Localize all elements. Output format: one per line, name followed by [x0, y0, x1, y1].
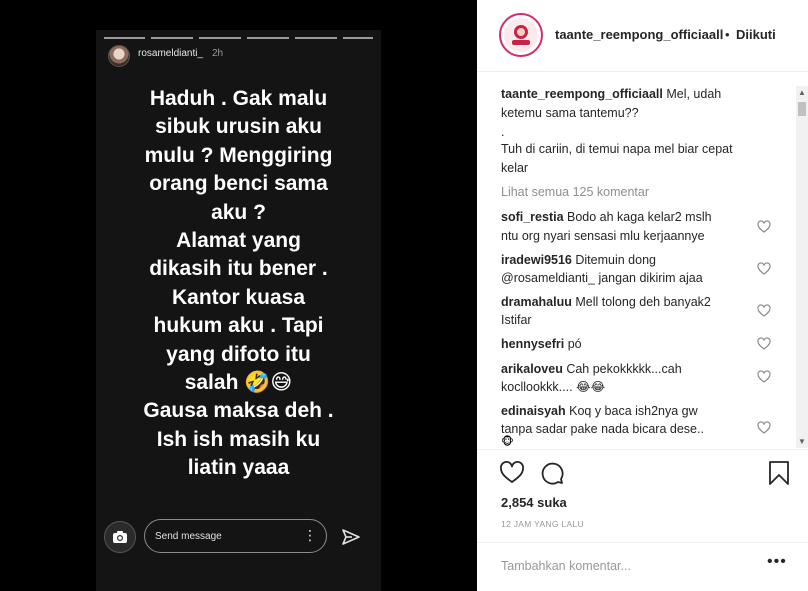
caption-line: kelar [501, 161, 529, 175]
story-progress-bar [104, 37, 145, 39]
story-line: mulu ? Menggiring [144, 143, 333, 167]
comment-text: Bodo ah kaga kelar2 mslh [567, 210, 712, 224]
story-line: hukum aku . Tapi [153, 314, 324, 338]
comment-text: Mell tolong deh banyak2 [575, 295, 711, 309]
comment-item: iradewi9516 Ditemuin dong [501, 253, 656, 267]
story-progress-bar [151, 37, 193, 39]
story-line: Haduh . Gak malu [149, 87, 328, 110]
post-media: rosameldianti_ 2h Haduh . Gak malu sibuk… [0, 0, 477, 591]
comment-username-link[interactable]: sofi_restia [501, 210, 564, 224]
story-reply-bar: Send message ⋮ [96, 518, 381, 554]
post-header: taante_reempong_officiaall • Diikuti [477, 0, 808, 72]
comment-item: arikaloveu Cah pekokkkkk...cah [501, 362, 682, 376]
comment-like-heart-icon[interactable] [757, 370, 771, 384]
story-line: sibuk urusin aku [155, 115, 322, 139]
story-camera-button [104, 521, 136, 553]
comment-like-heart-icon[interactable] [757, 337, 771, 351]
send-message-placeholder: Send message [155, 531, 222, 542]
comment-username-link[interactable]: iradewi9516 [501, 253, 572, 267]
story-progress-bar [343, 37, 373, 39]
logo-icon [504, 18, 538, 52]
story-line: salah 🤣😅 [184, 371, 293, 395]
comment-text: ntu org nyari sensasi mlu kerjaannye [501, 229, 705, 243]
story-progress-bar [295, 37, 337, 39]
comment-username-link[interactable]: hennysefri [501, 337, 564, 351]
story-avatar [108, 45, 130, 67]
comments-scrollbar[interactable]: ▲ ▼ [796, 86, 808, 448]
scroll-thumb[interactable] [798, 102, 806, 116]
comment-item: sofi_restia Bodo ah kaga kelar2 mslh [501, 210, 712, 224]
caption-line: ketemu sama tantemu?? [501, 106, 639, 120]
caption-username-link[interactable]: taante_reempong_officiaall [501, 87, 663, 101]
send-icon [342, 529, 360, 545]
story-line: liatin yaaa [187, 456, 290, 480]
comment-text: Istifar [501, 313, 532, 327]
story-progress-bar [199, 37, 241, 39]
scroll-up-arrow-icon[interactable]: ▲ [798, 88, 806, 97]
post-sidebar: taante_reempong_officiaall • Diikuti taa… [477, 0, 808, 591]
comment-text: Cah pekokkkkk...cah [566, 362, 682, 376]
story-send-message-field: Send message ⋮ [144, 519, 327, 553]
bookmark-icon[interactable] [767, 460, 791, 486]
comment-item: hennysefri pó [501, 337, 582, 351]
post-timestamp[interactable]: 12 JAM YANG LALU [501, 519, 584, 529]
story-progress-bar [247, 37, 289, 39]
owner-username-link[interactable]: taante_reempong_officiaall [555, 27, 723, 42]
likes-count-text: 2,854 suka [501, 495, 567, 510]
heart-icon[interactable] [499, 460, 525, 486]
comment-item: edinaisyah Koq y baca ish2nya gw [501, 404, 698, 418]
view-all-comments-link[interactable]: Lihat semua 125 komentar [501, 185, 649, 199]
comment-emoji-peek: 🐵 [501, 436, 514, 448]
caption-line: . [501, 125, 505, 139]
comment-like-heart-icon[interactable] [757, 421, 771, 435]
story-line: Gausa maksa deh . [143, 399, 334, 423]
likes-count[interactable]: 2,854 suka [501, 495, 567, 510]
story-line: dikasih itu bener . [149, 257, 328, 281]
caption-line: taante_reempong_officiaall Mel, udah [501, 87, 721, 101]
follow-status-button[interactable]: Diikuti [736, 27, 776, 42]
comment-text: @rosameldianti_ jangan dikirim ajaa [501, 271, 703, 285]
more-vertical-icon: ⋮ [303, 527, 317, 543]
comment-username-link[interactable]: arikaloveu [501, 362, 563, 376]
story-line: Ish ish masih ku [156, 427, 321, 451]
scroll-down-arrow-icon[interactable]: ▼ [798, 437, 806, 446]
comment-text: tanpa sadar pake nada bicara dese.. [501, 422, 704, 436]
comment-username-link[interactable]: dramahaluu [501, 295, 572, 309]
comment-like-heart-icon[interactable] [757, 262, 771, 276]
story-line: yang difoto itu [166, 342, 311, 366]
story-line: Alamat yang [176, 229, 301, 253]
comment-like-heart-icon[interactable] [757, 304, 771, 318]
comments-section[interactable]: taante_reempong_officiaall Mel, udah ket… [477, 73, 808, 449]
comment-text: Ditemuin dong [575, 253, 656, 267]
story-line: aku ? [211, 200, 266, 224]
post-actions: 2,854 suka 12 JAM YANG LALU ••• [477, 449, 808, 587]
comment-item: dramahaluu Mell tolong deh banyak2 [501, 295, 711, 309]
add-comment-input[interactable] [501, 556, 751, 576]
story-line: orang benci sama [149, 172, 328, 196]
comment-text: kocllookkk.... 😂😂 [501, 380, 606, 394]
caption-line: Tuh di cariin, di temui napa mel biar ce… [501, 142, 733, 156]
comment-text: Koq y baca ish2nya gw [569, 404, 698, 418]
header-separator-dot: • [725, 27, 730, 42]
story-line: Kantor kuasa [171, 285, 306, 309]
comment-username-link[interactable]: edinaisyah [501, 404, 566, 418]
comment-text: pó [567, 337, 582, 351]
owner-avatar[interactable] [499, 13, 543, 57]
comment-like-heart-icon[interactable] [757, 220, 771, 234]
story-timestamp: 2h [212, 48, 224, 59]
story-screenshot: rosameldianti_ 2h Haduh . Gak malu sibuk… [96, 30, 381, 591]
story-username: rosameldianti_ [138, 48, 204, 59]
story-text: Haduh . Gak malu sibuk urusin aku mulu ?… [96, 85, 381, 483]
camera-icon [113, 531, 127, 543]
caption-text: Mel, udah [666, 87, 722, 101]
more-options-icon[interactable]: ••• [767, 553, 787, 571]
comment-icon[interactable] [539, 460, 565, 486]
add-comment-bar: ••• [477, 542, 808, 588]
